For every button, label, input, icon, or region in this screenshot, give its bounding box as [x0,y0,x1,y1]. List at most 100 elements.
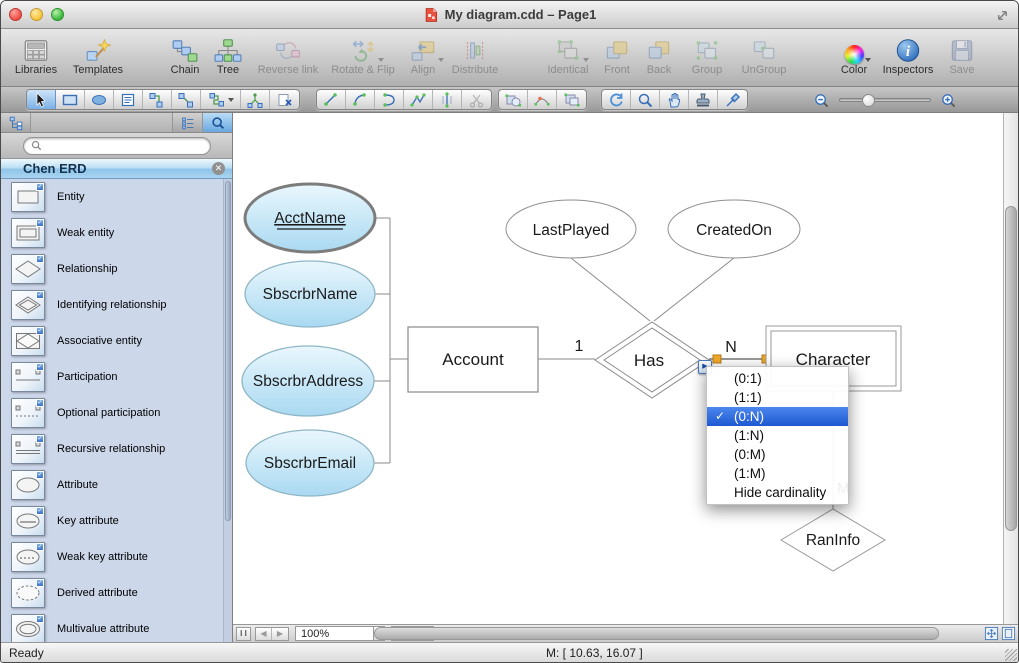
ellipse-tool-button[interactable] [85,90,114,109]
tree-connector-tool-button[interactable] [241,90,270,109]
weak-key-attribute-thumbnail[interactable]: ✓ [11,542,45,572]
library-item-weak-entity[interactable]: ✓Weak entity [1,215,232,251]
library-item-recursive-relationship[interactable]: ✓Recursive relationship [1,431,232,467]
attribute-connectors[interactable] [374,218,408,463]
stamp-tool-button[interactable] [689,90,718,109]
menu-item-0-m[interactable]: (0:M) [707,445,848,464]
curve-tool-button[interactable] [375,90,404,109]
menu-item-1-n[interactable]: (1:N) [707,426,848,445]
search-input[interactable] [46,139,203,153]
elbow-connector-tool-button[interactable] [143,90,172,109]
select-tool-button[interactable] [27,90,56,109]
polyline-tool-button[interactable] [404,90,433,109]
library-tree-button[interactable] [1,113,31,132]
attribute-thumbnail[interactable]: ✓ [11,470,45,500]
library-item-associative-entity[interactable]: ✓Associative entity [1,323,232,359]
sidebar-scrollbar-thumb[interactable] [225,181,231,521]
library-header[interactable]: Chen ERD ✕ [1,159,232,179]
line-tool-button[interactable] [317,90,346,109]
next-page-icon[interactable]: ▶ [272,628,288,640]
combine-union-tool-button[interactable] [557,90,586,109]
text-tool-button[interactable] [114,90,143,109]
resize-grip[interactable] [1005,649,1017,661]
library-item-key-attribute[interactable]: ✓Key attribute [1,503,232,539]
zoom-tool-button[interactable] [631,90,660,109]
vertical-scrollbar[interactable] [1003,113,1018,624]
rectangle-tool-button[interactable] [56,90,85,109]
library-item-optional-participation[interactable]: ✓Optional participation [1,395,232,431]
library-item-entity[interactable]: ✓Entity [1,179,232,215]
split-tool-button[interactable] [433,90,462,109]
optional-participation-thumbnail[interactable]: ✓ [11,398,45,428]
participation-thumbnail[interactable]: ✓ [11,362,45,392]
toolbar-templates-button[interactable]: Templates [55,34,141,76]
multivalue-attribute-thumbnail[interactable]: ✓ [11,614,45,642]
connector-lastplayed-has[interactable] [571,258,650,321]
zoom-window-button[interactable] [51,8,64,21]
vertical-scrollbar-thumb[interactable] [1005,206,1017,531]
menu-item-0-1[interactable]: (0:1) [707,369,848,388]
fullscreen-icon[interactable] [995,8,1010,23]
checkbox-icon[interactable]: ✓ [36,219,44,227]
search-field[interactable] [23,137,211,155]
entity-thumbnail[interactable]: ✓ [11,182,45,212]
combine-intersect-tool-button[interactable] [528,90,557,109]
close-window-button[interactable] [9,8,22,21]
menu-item-1-1[interactable]: (1:1) [707,388,848,407]
zoom-slider-knob[interactable] [862,94,875,107]
zoom-percent-field[interactable]: 100% [295,626,385,641]
library-item-weak-key-attribute[interactable]: ✓Weak key attribute [1,539,232,575]
derived-attribute-thumbnail[interactable]: ✓ [11,578,45,608]
checkbox-icon[interactable]: ✓ [36,471,44,479]
checkbox-icon[interactable]: ✓ [36,327,44,335]
relationship-thumbnail[interactable]: ✓ [11,254,45,284]
library-list-view-button[interactable] [172,113,202,132]
connector-createdon-has[interactable] [654,258,734,321]
zoom-slider[interactable] [839,98,931,102]
checkbox-icon[interactable]: ✓ [36,183,44,191]
prev-page-icon[interactable]: ◀ [256,628,272,640]
rotate-tool-button[interactable] [602,90,631,109]
checkbox-icon[interactable]: ✓ [36,435,44,443]
weak-entity-thumbnail[interactable]: ✓ [11,218,45,248]
fit-to-window-icon[interactable] [984,626,999,641]
connector-handle-start[interactable] [713,355,721,363]
library-close-icon[interactable]: ✕ [212,162,225,175]
library-item-relationship[interactable]: ✓Relationship [1,251,232,287]
library-search-button[interactable] [202,113,232,132]
menu-item-0-n[interactable]: ✓(0:N) [707,407,848,426]
key-attribute-thumbnail[interactable]: ✓ [11,506,45,536]
disconnect-tool-button[interactable] [270,90,299,109]
direct-connector-tool-button[interactable] [172,90,201,109]
checkbox-icon[interactable]: ✓ [36,399,44,407]
zoom-in-icon[interactable] [940,92,957,109]
library-item-derived-attribute[interactable]: ✓Derived attribute [1,575,232,611]
pan-tool-button[interactable] [660,90,689,109]
library-item-attribute[interactable]: ✓Attribute [1,467,232,503]
eyedropper-tool-button[interactable] [718,90,747,109]
actual-size-icon[interactable] [1001,626,1016,641]
checkbox-icon[interactable]: ✓ [36,363,44,371]
drawing-canvas[interactable]: M AcctName SbscrbrName SbscrbrAddress Sb… [233,113,1003,624]
checkbox-icon[interactable]: ✓ [36,579,44,587]
checkbox-icon[interactable]: ✓ [36,507,44,515]
horizontal-scrollbar-thumb[interactable] [374,627,939,640]
checkbox-icon[interactable]: ✓ [36,255,44,263]
menu-item-1-m[interactable]: (1:M) [707,464,848,483]
minimize-window-button[interactable] [30,8,43,21]
smart-connector-tool-button[interactable] [201,90,241,109]
checkbox-icon[interactable]: ✓ [36,615,44,623]
checkbox-icon[interactable]: ✓ [36,543,44,551]
checkbox-icon[interactable]: ✓ [36,291,44,299]
arc-tool-button[interactable] [346,90,375,109]
identifying-relationship-thumbnail[interactable]: ✓ [11,290,45,320]
library-item-multivalue-attribute[interactable]: ✓Multivalue attribute [1,611,232,642]
recursive-relationship-thumbnail[interactable]: ✓ [11,434,45,464]
combine-subtract-tool-button[interactable] [499,90,528,109]
sidebar-scrollbar[interactable] [223,179,232,642]
library-item-identifying-relationship[interactable]: ✓Identifying relationship [1,287,232,323]
associative-entity-thumbnail[interactable]: ✓ [11,326,45,356]
library-item-participation[interactable]: ✓Participation [1,359,232,395]
splitter-button[interactable]: I I [236,627,251,641]
menu-item-hide-cardinality[interactable]: Hide cardinality [707,483,848,502]
